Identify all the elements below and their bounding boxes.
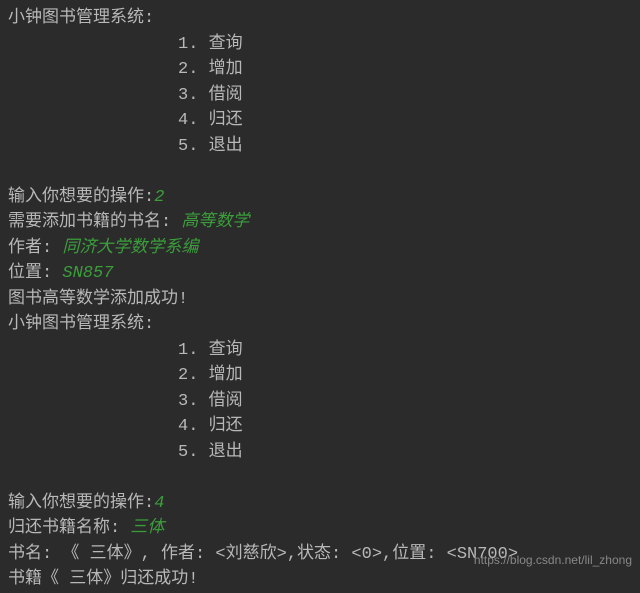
watermark: https://blog.csdn.net/lil_zhong	[474, 551, 632, 569]
prompt-line: 输入你想要的操作:4	[8, 491, 632, 517]
prompt-line: 位置: SN857	[8, 261, 632, 287]
menu-title-2: 小钟图书管理系统:	[8, 312, 632, 338]
blank-line	[8, 465, 632, 491]
success-message: 书籍《 三体》归还成功!	[8, 567, 632, 593]
prompt-author: 作者:	[8, 239, 62, 258]
user-input-position: SN857	[62, 264, 113, 283]
user-input-author: 同济大学数学系编	[62, 239, 198, 258]
prompt-operation: 输入你想要的操作:	[8, 494, 154, 513]
prompt-line: 归还书籍名称: 三体	[8, 516, 632, 542]
menu-item: 3. 借阅	[8, 83, 632, 109]
user-input-operation: 4	[154, 494, 164, 513]
blank-line	[8, 159, 632, 185]
success-message: 图书高等数学添加成功!	[8, 287, 632, 313]
menu-item: 3. 借阅	[8, 389, 632, 415]
menu-title-1: 小钟图书管理系统:	[8, 6, 632, 32]
menu-item: 2. 增加	[8, 363, 632, 389]
prompt-line: 输入你想要的操作:2	[8, 185, 632, 211]
menu-item: 1. 查询	[8, 32, 632, 58]
prompt-line: 作者: 同济大学数学系编	[8, 236, 632, 262]
menu-item: 5. 退出	[8, 134, 632, 160]
menu-item: 5. 退出	[8, 440, 632, 466]
prompt-return-name: 归还书籍名称:	[8, 519, 130, 538]
user-input-return-name: 三体	[130, 519, 164, 538]
user-input-operation: 2	[154, 188, 164, 207]
menu-item: 2. 增加	[8, 57, 632, 83]
prompt-line: 需要添加书籍的书名: 高等数学	[8, 210, 632, 236]
user-input-bookname: 高等数学	[181, 213, 249, 232]
prompt-position: 位置:	[8, 264, 62, 283]
prompt-bookname: 需要添加书籍的书名:	[8, 213, 181, 232]
menu-item: 1. 查询	[8, 338, 632, 364]
prompt-operation: 输入你想要的操作:	[8, 188, 154, 207]
menu-item: 4. 归还	[8, 108, 632, 134]
menu-item: 4. 归还	[8, 414, 632, 440]
